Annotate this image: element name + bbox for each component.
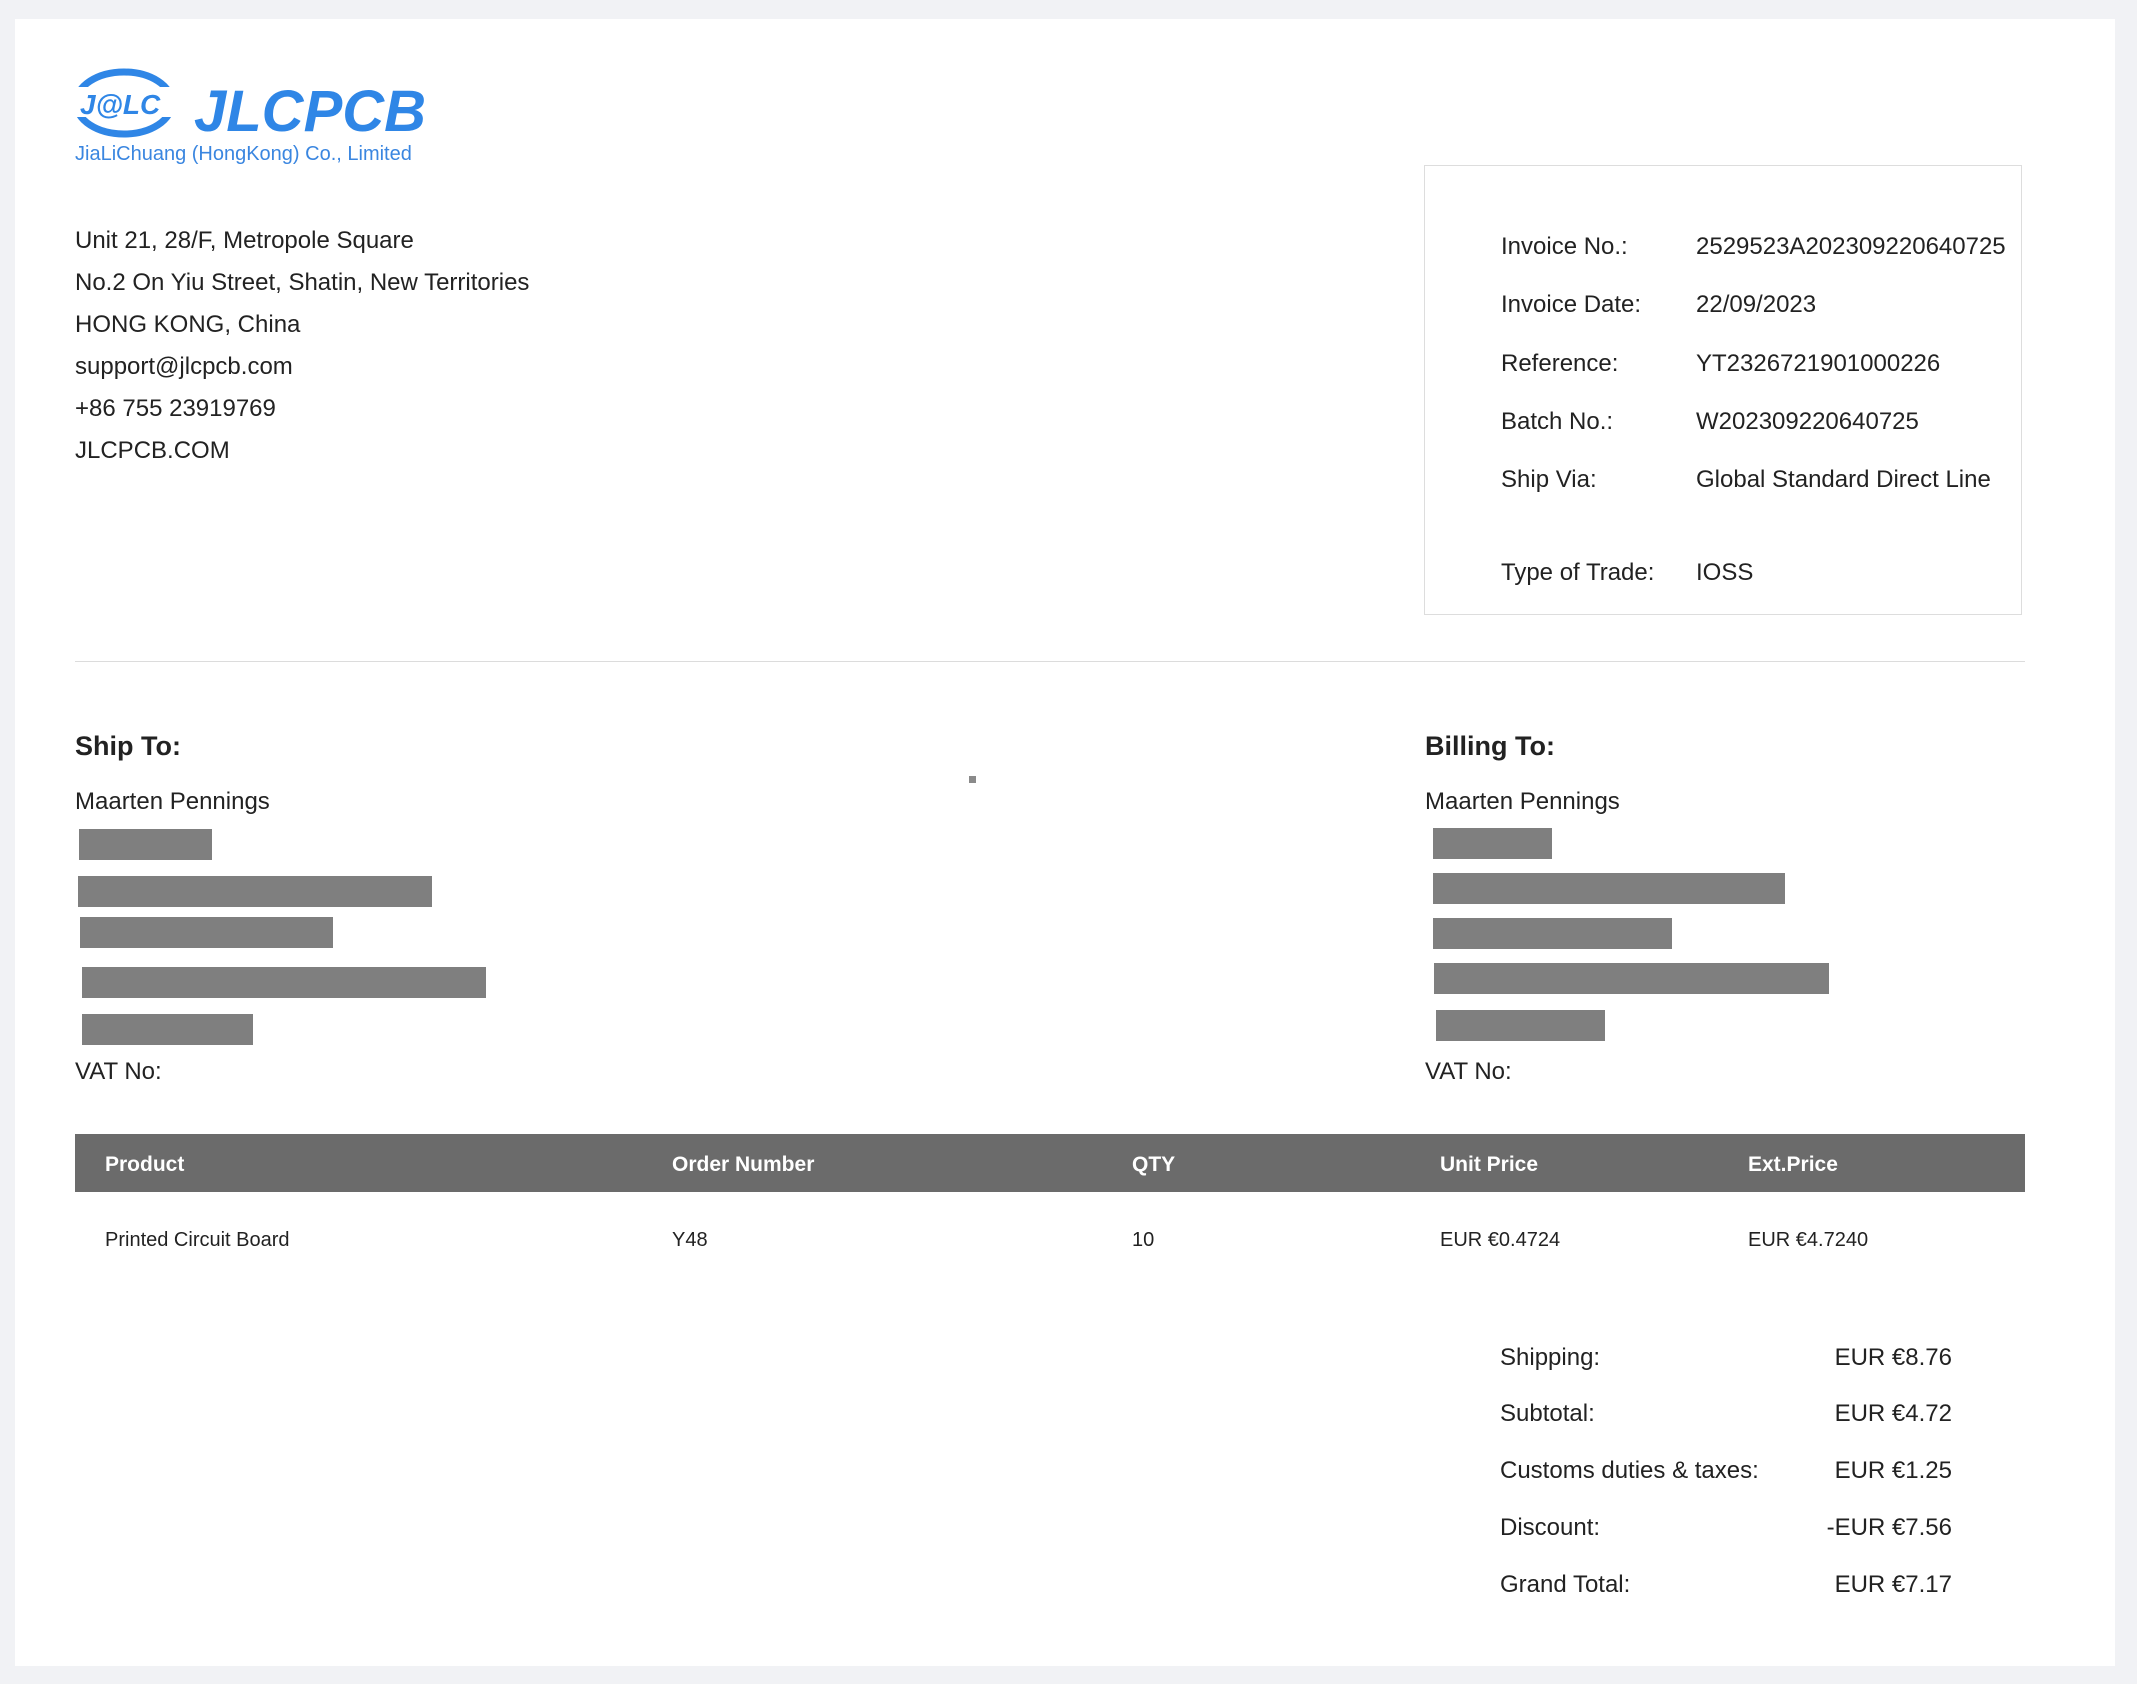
phone-number: +86 755 23919769 xyxy=(75,395,276,422)
logo-text: JLCPCB xyxy=(194,79,426,144)
cell-ext-price: EUR €4.7240 xyxy=(1748,1229,1869,1251)
website: JLCPCB.COM xyxy=(75,437,230,464)
cell-unit-price: EUR €0.4724 xyxy=(1440,1229,1561,1251)
billing-to-name: Maarten Pennings xyxy=(1425,788,1620,815)
redacted-block xyxy=(1436,1010,1605,1041)
invoice-no-value: 2529523A202309220640725 xyxy=(1696,233,2006,260)
ship-to-name: Maarten Pennings xyxy=(75,788,270,815)
shipping-value: EUR €8.76 xyxy=(1834,1344,1952,1371)
column-header-order-number: Order Number xyxy=(672,1153,815,1176)
redacted-block xyxy=(1433,873,1785,904)
ship-to-title: Ship To: xyxy=(75,731,181,761)
trade-type-value: IOSS xyxy=(1696,559,1754,586)
grand-total-value: EUR €7.17 xyxy=(1834,1571,1952,1598)
redacted-block xyxy=(82,1014,253,1045)
redacted-block xyxy=(79,829,212,860)
column-header-qty: QTY xyxy=(1132,1153,1176,1176)
shipping-label: Shipping: xyxy=(1500,1344,1601,1371)
batch-no-value: W202309220640725 xyxy=(1696,408,1919,435)
column-header-unit-price: Unit Price xyxy=(1440,1153,1539,1176)
redacted-block xyxy=(1434,963,1829,994)
ship-via-value: Global Standard Direct Line xyxy=(1696,466,1991,493)
ship-via-label: Ship Via: xyxy=(1501,466,1597,493)
discount-value: -EUR €7.56 xyxy=(1826,1514,1952,1541)
billing-to-vat-label: VAT No: xyxy=(1425,1058,1512,1085)
reference-label: Reference: xyxy=(1501,350,1619,377)
trade-type-label: Type of Trade: xyxy=(1501,559,1655,586)
logo-mark: J@LC xyxy=(80,89,161,120)
reference-value: YT2326721901000226 xyxy=(1696,350,1941,377)
support-email: support@jlcpcb.com xyxy=(75,353,293,380)
cell-product: Printed Circuit Board xyxy=(105,1229,290,1251)
address-line-1: Unit 21, 28/F, Metropole Square xyxy=(75,227,414,254)
billing-to-title: Billing To: xyxy=(1425,731,1555,761)
stray-dot xyxy=(969,776,976,783)
section-divider xyxy=(75,661,2025,662)
redacted-block xyxy=(1433,918,1672,949)
ship-to-vat-label: VAT No: xyxy=(75,1058,162,1085)
column-header-product: Product xyxy=(105,1153,185,1176)
redacted-block xyxy=(80,917,333,948)
grand-total-label: Grand Total: xyxy=(1500,1571,1631,1598)
jlcpcb-logo: J@LC JLCPCB xyxy=(74,68,426,144)
customs-label: Customs duties & taxes: xyxy=(1500,1457,1759,1484)
batch-no-label: Batch No.: xyxy=(1501,408,1614,435)
invoice-no-label: Invoice No.: xyxy=(1501,233,1628,260)
table-header xyxy=(75,1134,2025,1192)
address-line-3: HONG KONG, China xyxy=(75,311,301,338)
address-line-2: No.2 On Yiu Street, Shatin, New Territor… xyxy=(75,269,530,296)
company-name: JiaLiChuang (HongKong) Co., Limited xyxy=(75,143,412,165)
discount-label: Discount: xyxy=(1500,1514,1601,1541)
column-header-ext-price: Ext.Price xyxy=(1748,1153,1838,1176)
invoice-date-value: 22/09/2023 xyxy=(1696,291,1817,318)
redacted-block xyxy=(1433,828,1552,859)
cell-order-number: Y48 xyxy=(672,1229,708,1251)
subtotal-value: EUR €4.72 xyxy=(1834,1400,1952,1427)
customs-value: EUR €1.25 xyxy=(1834,1457,1952,1484)
redacted-block xyxy=(78,876,432,907)
subtotal-label: Subtotal: xyxy=(1500,1400,1595,1427)
redacted-block xyxy=(82,967,486,998)
cell-qty: 10 xyxy=(1132,1229,1155,1251)
invoice-date-label: Invoice Date: xyxy=(1501,291,1642,318)
